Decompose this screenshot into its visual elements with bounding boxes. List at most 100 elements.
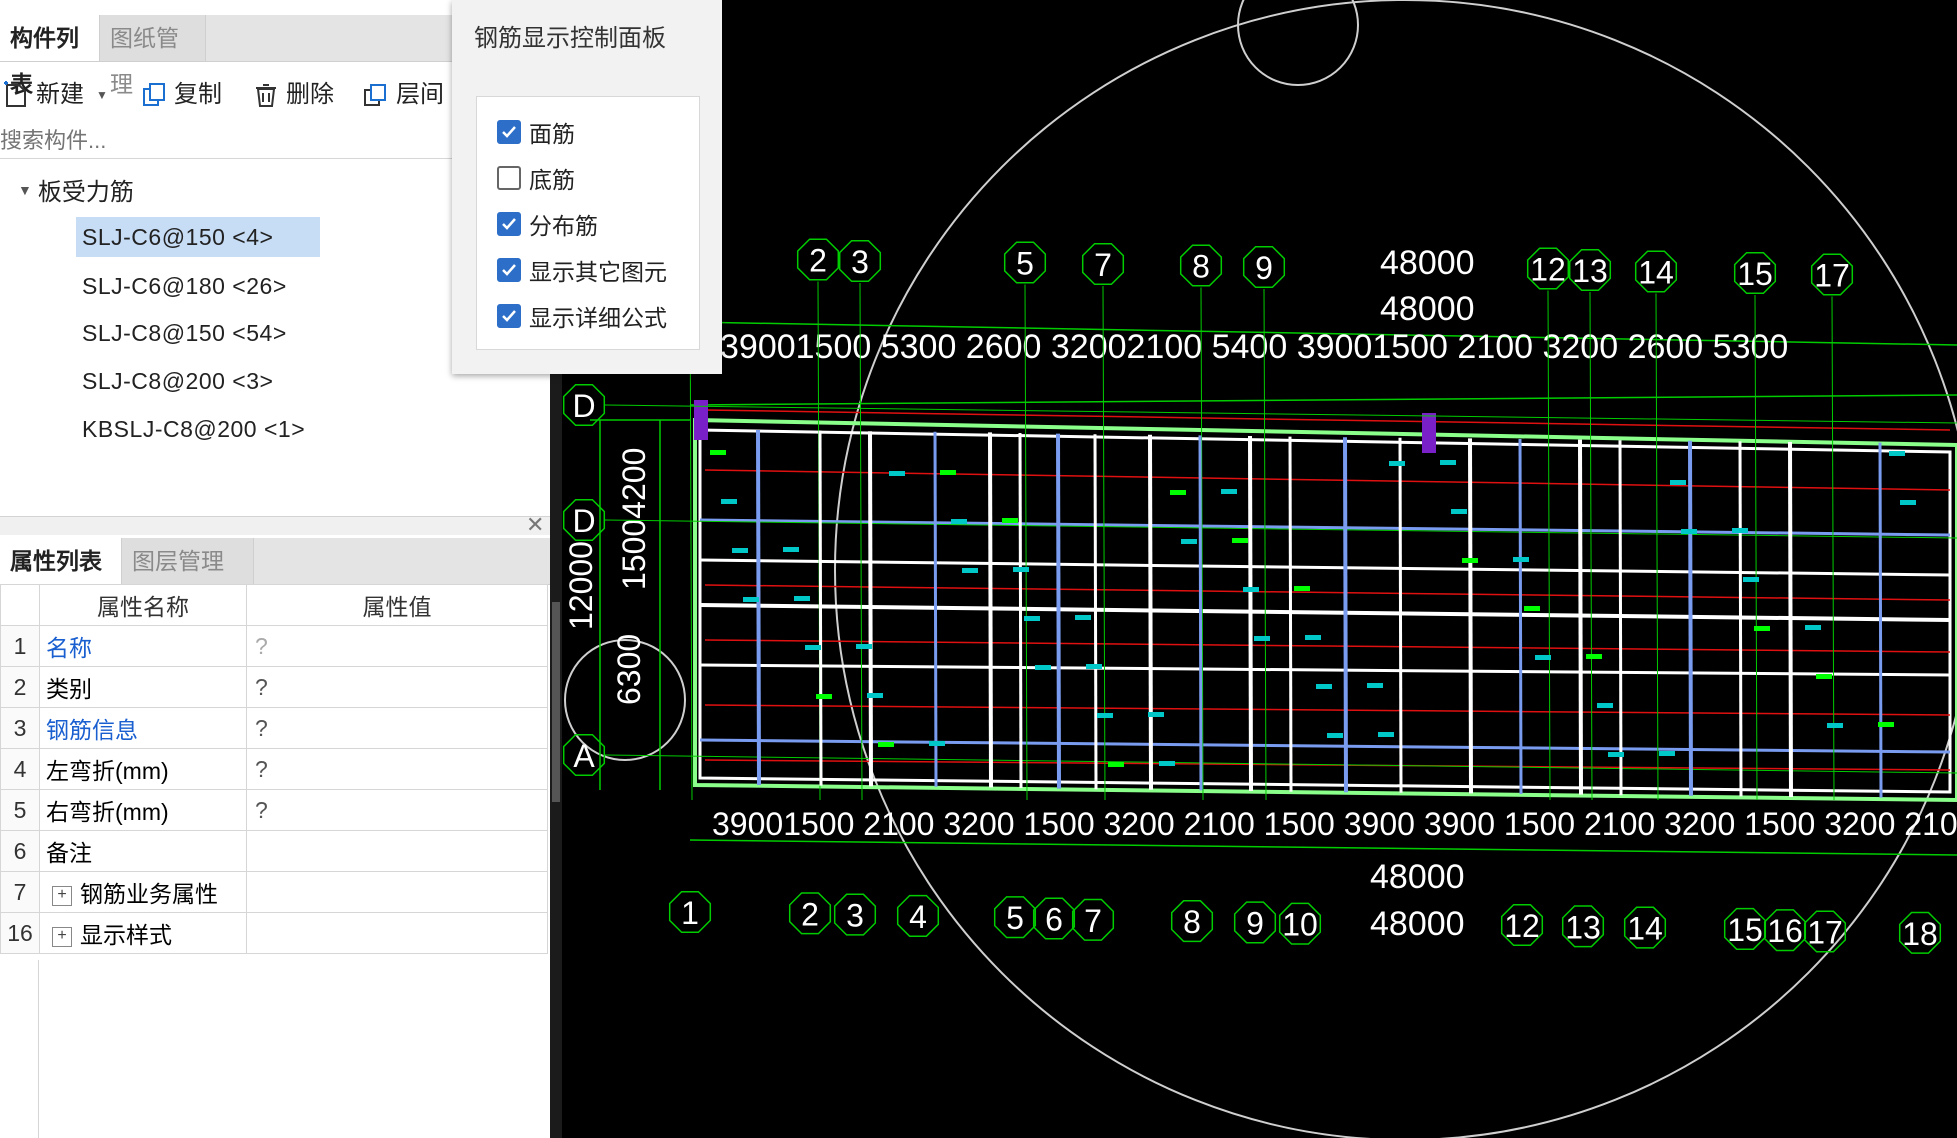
tree-item[interactable]: KBSLJ-C8@200 <1> (76, 409, 311, 449)
table-row[interactable]: 7 + 钢筋业务属性 (0, 871, 548, 913)
rebar-label-mark (1389, 461, 1405, 466)
axis-label: 1 (681, 895, 699, 931)
rebar-label-mark (1878, 722, 1894, 727)
rebar-label-mark (878, 742, 894, 747)
copy-button[interactable]: 复制 (140, 72, 222, 118)
trash-icon (256, 84, 276, 107)
grid-line (1056, 433, 1061, 789)
property-value[interactable]: ? (246, 707, 548, 749)
bottom-axis-bubble: 16 (1763, 909, 1807, 952)
rebar-label-mark (962, 568, 978, 573)
bottom-total-dimension: 48000 (1370, 858, 1465, 896)
axis-label: 5 (1016, 246, 1034, 282)
property-group[interactable]: + 显示样式 (39, 912, 247, 954)
axis-label: 18 (1902, 916, 1938, 952)
grid-line (1398, 437, 1403, 793)
checkbox-distribution-rebar[interactable]: 分布筋 (497, 207, 598, 241)
rebar-label-mark (1108, 762, 1124, 767)
axis-label: 3 (851, 244, 869, 280)
bottom-axis-bubble: 9 (1233, 901, 1277, 944)
panel-collapse-handle[interactable] (552, 602, 560, 802)
axis-label: 8 (1192, 249, 1210, 285)
tab-property-list[interactable]: 属性列表 (0, 538, 122, 584)
property-value (246, 871, 548, 913)
axis-label: 6 (1045, 902, 1063, 938)
property-value[interactable]: ? (246, 625, 548, 667)
checkbox-checked-icon[interactable] (497, 258, 521, 282)
row-number: 2 (0, 666, 40, 708)
checkbox-checked-icon[interactable] (497, 120, 521, 144)
axis-label: 7 (1094, 247, 1112, 283)
floor-copy-button[interactable]: 层间 (362, 72, 444, 118)
checkbox-checked-icon[interactable] (497, 212, 521, 236)
property-value[interactable]: ? (246, 666, 548, 708)
property-value[interactable]: ? (246, 748, 548, 790)
axis-label: 9 (1255, 250, 1273, 286)
close-icon[interactable]: ✕ (526, 512, 544, 538)
table-row[interactable]: 3 钢筋信息 ? (0, 707, 548, 749)
table-row[interactable]: 4 左弯折(mm) ? (0, 748, 548, 790)
tree-item[interactable]: SLJ-C8@150 <54> (76, 313, 293, 353)
checkbox-unchecked-icon[interactable] (497, 166, 521, 190)
tree-item[interactable]: SLJ-C6@150 <4> (76, 217, 320, 257)
grid-line (933, 431, 938, 787)
property-name: 左弯折(mm) (39, 748, 247, 790)
tree-item[interactable]: SLJ-C6@180 <26> (76, 266, 293, 306)
grid-line (1618, 440, 1623, 796)
tree-root-label: 板受力筋 (37, 179, 134, 206)
property-group[interactable]: + 钢筋业务属性 (39, 871, 247, 913)
new-button[interactable]: 新建 ▼ (2, 72, 108, 118)
grid-line (1589, 291, 1593, 801)
expand-plus-icon[interactable]: + (52, 926, 72, 947)
row-number-header (0, 584, 40, 626)
tab-drawing-management[interactable]: 图纸管理 (100, 15, 206, 97)
delete-button[interactable]: 删除 (252, 72, 334, 118)
property-value[interactable]: ? (246, 789, 548, 831)
property-table: 属性名称 属性值 1 名称 ? 2 类别 ? 3 钢筋信息 ? 4 左弯折(mm… (0, 584, 548, 954)
property-value (246, 912, 548, 954)
checkbox-show-detailed-formula[interactable]: 显示详细公式 (497, 299, 667, 333)
collapse-triangle-icon[interactable]: ▼ (18, 182, 32, 198)
bottom-axis-bubble: 15 (1723, 907, 1767, 950)
grid-line (1343, 437, 1348, 793)
new-label: 新建 (36, 81, 84, 108)
rebar-label-mark (805, 645, 821, 650)
new-dropdown-icon[interactable]: ▼ (96, 72, 108, 118)
property-value[interactable] (246, 830, 548, 872)
top-axis-bubble: 9 (1242, 245, 1286, 289)
rebar-label-mark (1254, 636, 1270, 641)
rebar-label-mark (940, 470, 956, 475)
rebar-label-mark (1816, 674, 1832, 679)
axis-label: 16 (1767, 913, 1803, 949)
table-row[interactable]: 5 右弯折(mm) ? (0, 789, 548, 831)
bottom-axis-bubble: 13 (1561, 905, 1605, 948)
checkbox-label: 显示其它图元 (529, 259, 667, 285)
checkbox-checked-icon[interactable] (497, 304, 521, 328)
axis-label: 17 (1814, 258, 1850, 294)
tab-layer-management[interactable]: 图层管理 (122, 538, 254, 584)
checkbox-top-rebar[interactable]: 面筋 (497, 115, 575, 149)
property-group-label: 显示样式 (80, 922, 172, 948)
tree-root-slab-rebar[interactable]: ▼ 板受力筋 (18, 172, 134, 207)
cad-canvas[interactable]: 39001500 5300 2600 32002100 5400 3900150… (562, 0, 1957, 1138)
tab-component-list[interactable]: 构件列表 (0, 15, 100, 97)
expand-plus-icon[interactable]: + (52, 885, 72, 906)
rebar-label-mark (889, 471, 905, 476)
checkbox-show-other-elements[interactable]: 显示其它图元 (497, 253, 667, 287)
panel-title: 钢筋显示控制面板 (474, 25, 666, 52)
grid-line (756, 429, 761, 786)
table-row[interactable]: 6 备注 (0, 830, 548, 872)
checkbox-label: 分布筋 (529, 213, 598, 239)
grid-line (1878, 442, 1883, 798)
tree-item[interactable]: SLJ-C8@200 <3> (76, 361, 279, 401)
checkbox-bottom-rebar[interactable]: 底筋 (497, 161, 575, 195)
property-value-header: 属性值 (246, 584, 548, 626)
table-row[interactable]: 1 名称 ? (0, 625, 548, 667)
bottom-axis-bubble: 5 (993, 896, 1037, 939)
options-box: 面筋 底筋 分布筋 显示其它图元 显示详细公式 (476, 96, 700, 350)
table-row[interactable]: 2 类别 ? (0, 666, 548, 708)
rebar-label-mark (1659, 751, 1675, 756)
table-row[interactable]: 16 + 显示样式 (0, 912, 548, 954)
panel-splitter[interactable] (0, 516, 550, 535)
left-axis-bubble: D (562, 498, 606, 542)
